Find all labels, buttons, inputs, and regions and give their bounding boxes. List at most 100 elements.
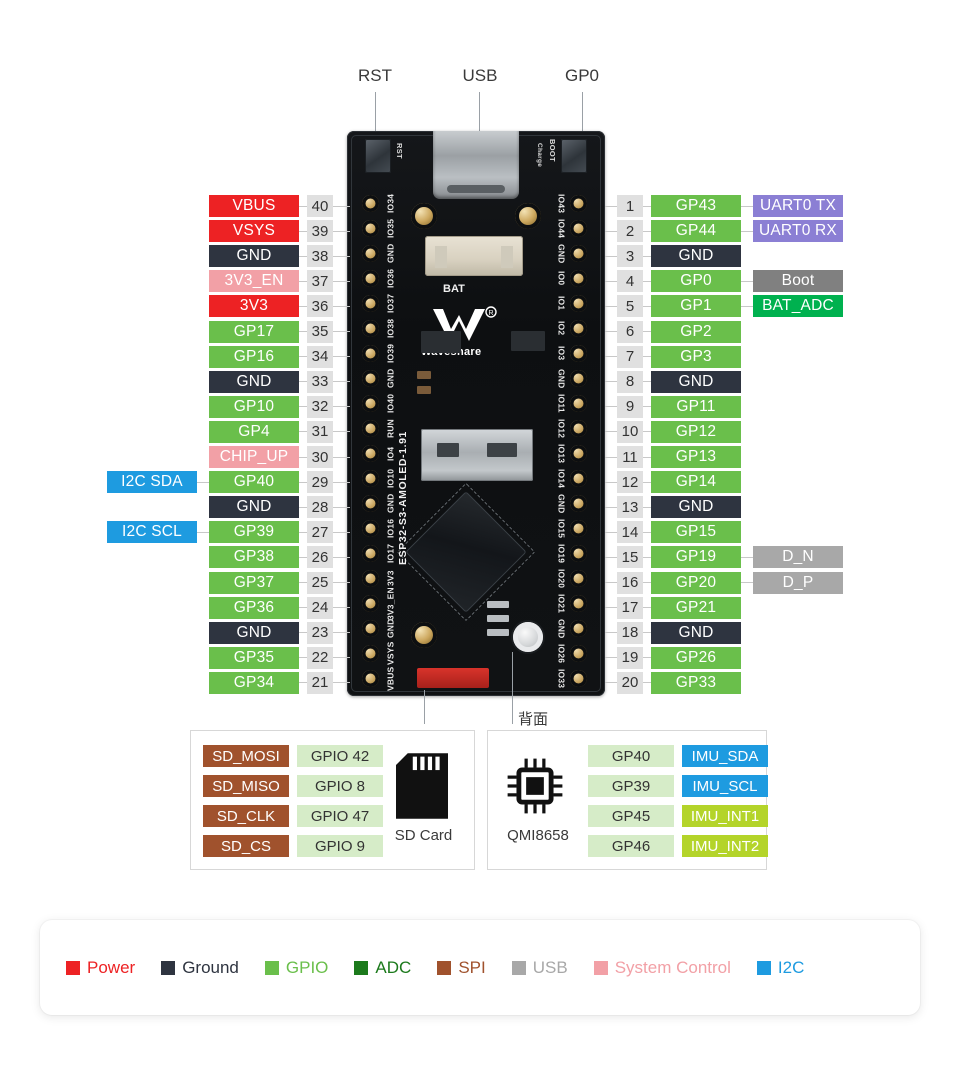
pin-name-tag[interactable]: VBUS: [209, 195, 299, 217]
imu-signal-tag[interactable]: IMU_SDA: [682, 745, 768, 767]
connector-line: [333, 406, 350, 408]
pin-name-tag[interactable]: GND: [651, 245, 741, 268]
solder-pad: [359, 566, 382, 591]
pin-name-tag[interactable]: GP0: [651, 270, 741, 293]
connector-line: [741, 305, 753, 307]
pin-function-tag[interactable]: UART0 RX: [753, 220, 843, 243]
pin-name-tag[interactable]: CHIP_UP: [209, 446, 299, 468]
pin-name-tag[interactable]: GP34: [209, 671, 299, 694]
charge-silkscreen: Charge: [536, 143, 543, 168]
solder-pad: [359, 191, 382, 216]
pin-function-tag[interactable]: I2C SDA: [107, 471, 197, 494]
pin-name-tag[interactable]: GP19: [651, 546, 741, 569]
pin-function-tag[interactable]: BAT_ADC: [753, 295, 843, 318]
pin-name-tag[interactable]: GP14: [651, 471, 741, 494]
pin-name-tag[interactable]: GP35: [209, 646, 299, 669]
pin-name-tag[interactable]: GP3: [651, 345, 741, 368]
pin-row: GP17 35: [0, 320, 350, 343]
pin-name-tag[interactable]: GND: [209, 245, 299, 268]
sd-gpio-tag[interactable]: GPIO 8: [297, 775, 383, 797]
pin-name-tag[interactable]: GP11: [651, 395, 741, 418]
rst-button[interactable]: [365, 139, 391, 173]
pin-name-tag[interactable]: GP43: [651, 195, 741, 217]
pin-name-tag[interactable]: GP12: [651, 420, 741, 443]
pin-name-tag[interactable]: GP20: [651, 571, 741, 594]
svg-text:R: R: [488, 310, 493, 317]
left-silkscreen-column: IO34 IO35 GND IO36 IO37 IO38 IO39 GND IO40 RUN IO4…: [384, 191, 397, 691]
pin-name-tag[interactable]: GND: [209, 496, 299, 519]
solder-pad: [359, 491, 382, 516]
legend-label: Ground: [182, 957, 239, 977]
imu-gpio-tag[interactable]: GP40: [588, 745, 674, 767]
pin-name-tag[interactable]: GP44: [651, 220, 741, 243]
sd-gpio-tag[interactable]: GPIO 42: [297, 745, 383, 767]
connector-line: [741, 280, 753, 282]
imu-signal-tag[interactable]: IMU_SCL: [682, 775, 768, 797]
legend-swatch: [756, 960, 771, 975]
pin-name-tag[interactable]: GP13: [651, 446, 741, 468]
imu-gpio-tag[interactable]: GP39: [588, 775, 674, 797]
mount-hole-top-left: [411, 203, 437, 229]
pin-name-tag[interactable]: GP4: [209, 420, 299, 443]
pin-name-tag[interactable]: GND: [209, 621, 299, 644]
pin-name-tag[interactable]: GND: [651, 621, 741, 644]
legend-item: ADC: [354, 958, 411, 978]
pin-function-tag[interactable]: D_N: [753, 546, 843, 569]
rst-silkscreen: RST: [395, 143, 404, 159]
sd-signal-tag[interactable]: SD_MISO: [203, 775, 289, 797]
pin-function-tag[interactable]: UART0 TX: [753, 195, 843, 217]
pin-name-tag[interactable]: GP16: [209, 345, 299, 368]
pin-row: VSYS 39: [0, 220, 350, 243]
pin-name-tag[interactable]: GND: [651, 496, 741, 519]
pin-name-tag[interactable]: GP40: [209, 471, 299, 494]
sd-signal-tag[interactable]: SD_CS: [203, 835, 289, 857]
pin-name-tag[interactable]: GP1: [651, 295, 741, 318]
pin-function-tag[interactable]: Boot: [753, 270, 843, 293]
pin-name-tag[interactable]: GND: [651, 370, 741, 393]
sd-row: SD_CLK GPIO 47: [203, 805, 383, 827]
pin-function-tag[interactable]: D_P: [753, 571, 843, 594]
solder-pad: [359, 666, 382, 691]
imu-gpio-tag[interactable]: GP46: [588, 835, 674, 857]
imu-signal-tag[interactable]: IMU_INT1: [682, 805, 768, 827]
pin-name-tag[interactable]: 3V3: [209, 295, 299, 318]
pin-number: 36: [307, 295, 333, 318]
pad-silkscreen-label: GND: [556, 368, 567, 389]
connector-line: [643, 456, 651, 458]
pin-name-tag[interactable]: VSYS: [209, 220, 299, 243]
pin-name-tag[interactable]: GP39: [209, 521, 299, 544]
pin-name-tag[interactable]: GP2: [651, 320, 741, 343]
sd-gpio-tag[interactable]: GPIO 9: [297, 835, 383, 857]
pin-name-tag[interactable]: GP26: [651, 646, 741, 669]
pad-silkscreen-label: IO1: [556, 296, 567, 311]
pin-name-tag[interactable]: 3V3_EN: [209, 270, 299, 293]
connector-line: [605, 632, 617, 634]
connector-line: [299, 205, 307, 207]
solder-pad: [359, 291, 382, 316]
sd-signal-tag[interactable]: SD_CLK: [203, 805, 289, 827]
pin-name-tag[interactable]: GND: [209, 370, 299, 393]
connector-line: [605, 582, 617, 583]
connector-line: [643, 582, 651, 583]
imu-gpio-tag[interactable]: GP45: [588, 805, 674, 827]
pin-number: 25: [307, 571, 333, 594]
pin-name-tag[interactable]: GP17: [209, 320, 299, 343]
pin-name-tag[interactable]: GP38: [209, 546, 299, 569]
pad-silkscreen-label: VSYS: [385, 641, 396, 666]
pin-name-tag[interactable]: GP21: [651, 596, 741, 619]
connector-line: [643, 406, 651, 408]
boot-button[interactable]: [561, 139, 587, 173]
pin-name-tag[interactable]: GP33: [651, 671, 741, 694]
pin-name-tag[interactable]: GP10: [209, 395, 299, 418]
imu-signal-tag[interactable]: IMU_INT2: [682, 835, 768, 857]
pad-silkscreen-label: GND: [556, 618, 567, 639]
pin-name-tag[interactable]: GP15: [651, 521, 741, 544]
pin-name-tag[interactable]: GP36: [209, 596, 299, 619]
legend-item: System Control: [593, 958, 731, 978]
pin-function-tag[interactable]: I2C SCL: [107, 521, 197, 544]
connector-line: [333, 531, 350, 533]
pin-name-tag[interactable]: GP37: [209, 571, 299, 594]
connector-line: [643, 506, 651, 508]
sd-gpio-tag[interactable]: GPIO 47: [297, 805, 383, 827]
sd-signal-tag[interactable]: SD_MOSI: [203, 745, 289, 767]
